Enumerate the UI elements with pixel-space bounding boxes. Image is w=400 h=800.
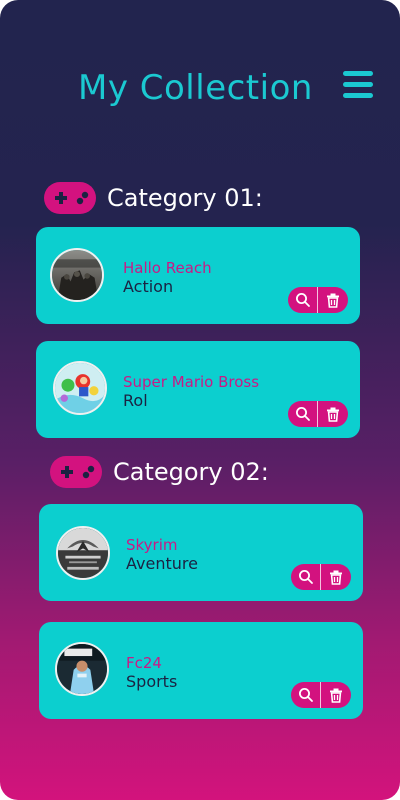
halo-reach-cover (50, 248, 104, 302)
gamepad-icon (50, 456, 102, 488)
search-icon (298, 570, 313, 584)
game-genre: Rol (123, 391, 148, 410)
game-card-skyrim[interactable]: Skyrim Aventure (39, 504, 363, 601)
search-button[interactable] (291, 682, 321, 708)
game-genre: Action (123, 277, 174, 296)
card-actions (288, 401, 348, 427)
app-screen: My Collection Category 01: Hallo Reach A… (0, 0, 400, 800)
hamburger-menu-icon[interactable] (343, 71, 373, 99)
header: My Collection (0, 0, 400, 140)
card-actions (288, 287, 348, 313)
fc24-cover (55, 642, 109, 696)
game-genre: Sports (126, 672, 178, 691)
game-title: Hallo Reach (123, 259, 212, 277)
category-header-02: Category 02: (50, 452, 269, 492)
trash-icon (327, 293, 339, 308)
page-title: My Collection (78, 68, 313, 108)
game-title: Fc24 (126, 654, 162, 672)
delete-button[interactable] (318, 287, 348, 313)
search-button[interactable] (288, 401, 318, 427)
card-actions (291, 682, 351, 708)
search-icon (295, 293, 310, 307)
game-card-super-mario-bross[interactable]: Super Mario Bross Rol (36, 341, 360, 438)
delete-button[interactable] (321, 682, 351, 708)
trash-icon (330, 688, 342, 703)
search-button[interactable] (291, 564, 321, 590)
search-button[interactable] (288, 287, 318, 313)
trash-icon (330, 570, 342, 585)
super-mario-cover (53, 361, 107, 415)
gamepad-icon (44, 182, 96, 214)
search-icon (295, 407, 310, 421)
category-header-01: Category 01: (44, 178, 263, 218)
skyrim-cover (56, 526, 110, 580)
game-title: Super Mario Bross (123, 373, 260, 391)
delete-button[interactable] (318, 401, 348, 427)
game-genre: Aventure (126, 554, 198, 573)
delete-button[interactable] (321, 564, 351, 590)
search-icon (298, 688, 313, 702)
game-card-hallo-reach[interactable]: Hallo Reach Action (36, 227, 360, 324)
category-label: Category 02: (113, 458, 269, 486)
game-title: Skyrim (126, 536, 178, 554)
category-label: Category 01: (107, 184, 263, 212)
game-card-fc24[interactable]: Fc24 Sports (39, 622, 363, 719)
trash-icon (327, 407, 339, 422)
card-actions (291, 564, 351, 590)
